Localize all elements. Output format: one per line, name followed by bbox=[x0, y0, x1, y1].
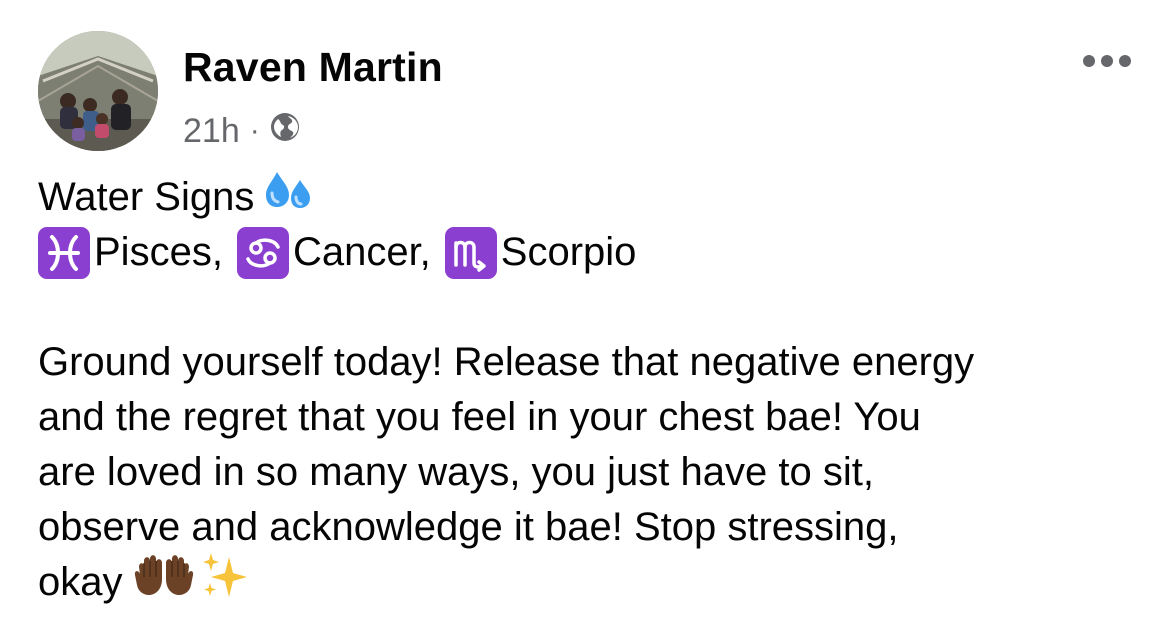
pisces-icon bbox=[38, 226, 90, 279]
author-name[interactable]: Raven Martin bbox=[183, 44, 443, 91]
sparkles-icon bbox=[201, 551, 251, 614]
body-line: are loved in so many ways, you just have… bbox=[38, 450, 874, 494]
body-line: and the regret that you feel in your che… bbox=[38, 395, 921, 439]
body-line: Ground yourself today! Release that nega… bbox=[38, 340, 975, 384]
avatar-photo bbox=[38, 31, 158, 151]
cancer-icon bbox=[236, 226, 289, 279]
globe-icon[interactable] bbox=[269, 111, 301, 152]
post-content: Water Signs Pisces, Cancer, Scorpio Grou… bbox=[38, 170, 1148, 610]
author-avatar[interactable] bbox=[38, 31, 158, 151]
cancer-label: Cancer, bbox=[292, 230, 431, 274]
raised-hands-icon bbox=[133, 553, 195, 612]
post-heading-line: Water Signs bbox=[38, 170, 1148, 225]
body-line: okay bbox=[38, 560, 123, 604]
body-last-line: okay bbox=[38, 553, 1148, 612]
pisces-label: Pisces, bbox=[94, 230, 223, 274]
zodiac-signs-line: Pisces, Cancer, Scorpio bbox=[38, 225, 1148, 280]
post-time[interactable]: 21h bbox=[183, 112, 240, 151]
meta-separator: · bbox=[249, 114, 260, 147]
post-heading: Water Signs bbox=[38, 175, 255, 219]
scorpio-label: Scorpio bbox=[500, 230, 637, 274]
scorpio-icon bbox=[444, 226, 497, 279]
body-line: observe and acknowledge it bae! Stop str… bbox=[38, 505, 899, 549]
post-meta: 21h · bbox=[183, 109, 301, 153]
more-options-icon[interactable] bbox=[1080, 44, 1134, 78]
sweat-droplets-icon bbox=[264, 168, 312, 227]
